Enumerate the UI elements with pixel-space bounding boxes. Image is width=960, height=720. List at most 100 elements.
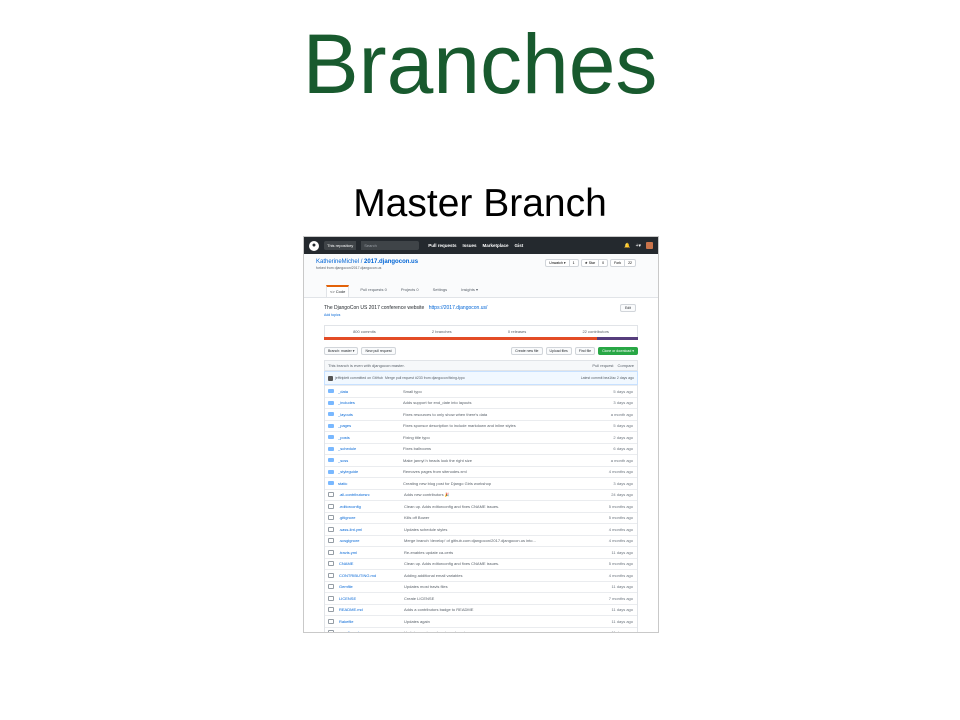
avatar[interactable] [646,242,653,249]
file-name-link[interactable]: .all-contributorsrc [339,492,404,497]
tab-projects[interactable]: Projects 0 [398,285,422,297]
file-name-link[interactable]: _config.yml [339,630,404,632]
file-row[interactable]: Gemfile Updates most travis files 11 days … [325,580,637,593]
file-name-link[interactable]: _data [338,389,403,394]
file-name-link[interactable]: static [338,481,403,486]
commit-message-link[interactable]: Re-enables update ca-certs [404,550,595,555]
file-row[interactable]: _includes Adds support for end_date into … [325,396,637,409]
fork-button[interactable]: Fork 22 [610,259,636,267]
commit-message-link[interactable]: Fixes sponsor description to include mar… [403,423,595,428]
commit-message-link[interactable]: Kills off Bower [404,515,595,520]
file-row[interactable]: .travis.yml Re-enables update ca-certs 11 … [325,546,637,558]
file-row[interactable]: _config.yml Updates again and again and a… [325,626,637,632]
file-row[interactable]: _scss Make jannyl h heads look the right … [325,454,637,466]
nav-issues[interactable]: Issues [463,243,477,248]
find-file-button[interactable]: Find file [574,347,596,355]
commit-message-link[interactable]: Creating new blog post for Django Girls … [403,481,595,486]
branches-link[interactable]: 2 branches [432,329,452,334]
bell-icon[interactable]: 🔔 [624,243,630,249]
commits-link[interactable]: 800 commits [353,329,376,334]
file-row[interactable]: README.md Adds a contributors badge to RE… [325,603,637,616]
commit-message-link[interactable]: Updates most travis files [404,584,595,589]
create-file-button[interactable]: Create new file [511,347,543,355]
star-label[interactable]: ★ Star [582,260,599,266]
nav-pull-requests[interactable]: Pull requests [428,243,456,248]
file-name-link[interactable]: Gemfile [339,584,404,589]
contributors-link[interactable]: 22 contributors [582,329,608,334]
add-topics-link[interactable]: Add topics [324,313,638,317]
search-input[interactable]: Search [361,241,420,250]
file-name-link[interactable]: CONTRIBUTING.md [339,573,404,578]
tab-pull-requests[interactable]: Pull requests 0 [357,285,389,297]
compare-link[interactable]: Compare [618,363,634,368]
fork-label[interactable]: Fork [611,260,624,266]
file-name-link[interactable]: README.md [339,607,404,612]
commit-message-link[interactable]: Updates schedule styles [404,527,595,532]
file-row[interactable]: _pages Fixes sponsor description to inclu… [325,419,637,432]
pull-request-link[interactable]: Pull request [592,363,613,368]
file-name-link[interactable]: .editorconfig [339,504,404,509]
commit-message-link[interactable]: Updates again and again and again [404,630,595,632]
commit-message-link[interactable]: Adding additional email variables [404,573,595,578]
commit-message-link[interactable]: Clean up. Adds editorconfig and fixes CN… [404,504,595,509]
commit-message-link[interactable]: Create LICENSE [404,596,595,601]
website-link[interactable]: https://2017.djangocon.us/ [429,305,488,311]
file-row[interactable]: _styleguide Removes pages from sitenodes.… [325,465,637,478]
commit-message-link[interactable]: Clean up. Adds editorconfig and fixes CN… [404,561,595,566]
edit-button[interactable]: Edit [619,304,636,312]
file-row[interactable]: _schedule Fixes ballrooms 6 days ago [325,442,637,455]
file-row[interactable]: _layouts Fixes resources to only show whe… [325,408,637,420]
committer-avatar[interactable] [328,375,333,381]
commit-message-link[interactable]: Adds support for end_date into layouts [403,400,595,405]
latest-commit-info[interactable]: Latest commit bea1fac 2 days ago [581,376,634,380]
file-name-link[interactable]: .gitignore [339,515,404,520]
file-name-link[interactable]: .scsgignore [339,538,404,543]
file-row[interactable]: .editorconfig Clean up. Adds editorconfig… [325,500,637,512]
file-name-link[interactable]: _scss [338,458,403,463]
fork-count[interactable]: 22 [624,260,635,266]
file-name-link[interactable]: _layouts [338,412,403,417]
commit-message-link[interactable]: Updates again [404,619,595,624]
file-row[interactable]: .all-contributorsrc Adds new contributors… [325,488,637,501]
file-name-link[interactable]: _styleguide [338,469,403,474]
file-row[interactable]: static Creating new blog post for Django … [325,477,637,489]
repo-owner-link[interactable]: KatherineMichel [316,259,359,265]
language-bar[interactable] [324,337,638,340]
file-row[interactable]: .gitignore Kills off Bower 5 months ago [325,511,637,524]
file-row[interactable]: _data Small typo 5 days ago [325,385,637,397]
upload-files-button[interactable]: Upload files [545,347,572,355]
commit-message-link[interactable]: Small typo [403,389,595,394]
file-row[interactable]: .sass-lint.yml Updates schedule styles 4 m… [325,523,637,535]
unwatch-button[interactable]: Unwatch ▾ 1 [545,259,579,267]
repo-name-link[interactable]: 2017.djangocon.us [364,259,418,265]
clone-download-button[interactable]: Clone or download ▾ [598,347,638,355]
search-scope[interactable]: This repository [324,241,357,250]
unwatch-label[interactable]: Unwatch ▾ [546,260,568,266]
commit-message-link[interactable]: Merge branch 'develop' of github.com:dja… [404,538,595,543]
commit-message-link[interactable]: Fixing title typo [403,435,595,440]
commit-message-link[interactable]: Removes pages from sitenodes.xml [403,469,595,474]
commit-message-link[interactable]: Make jannyl h heads look the right size [403,458,595,463]
star-button[interactable]: ★ Star 0 [580,259,609,267]
file-row[interactable]: Rakefile Updates again 11 days ago [325,615,637,627]
file-name-link[interactable]: _schedule [338,446,403,451]
star-count[interactable]: 0 [598,260,607,266]
watch-count[interactable]: 1 [568,260,578,266]
plus-icon[interactable]: +▾ [636,243,641,249]
file-row[interactable]: .scsgignore Merge branch 'develop' of git… [325,534,637,547]
commit-message-link[interactable]: Adds a contributors badge to README [404,607,595,612]
nav-marketplace[interactable]: Marketplace [483,243,509,248]
file-name-link[interactable]: _includes [338,400,403,405]
tab-insights[interactable]: Insights ▾ [458,285,481,297]
file-row[interactable]: LICENSE Create LICENSE 7 months ago [325,592,637,604]
new-pull-request-button[interactable]: New pull request [361,347,396,355]
github-logo-icon[interactable]: ● [309,240,319,251]
tab-settings[interactable]: Settings [430,285,450,297]
commit-message-link[interactable]: Fixes resources to only show when there'… [403,412,595,417]
nav-gist[interactable]: Gist [515,243,524,248]
file-name-link[interactable]: LICENSE [339,596,404,601]
file-name-link[interactable]: .travis.yml [339,550,404,555]
releases-link[interactable]: 0 releases [508,329,526,334]
file-row[interactable]: _posts Fixing title typo 2 days ago [325,431,637,443]
commit-message[interactable]: Merge pull request #233 from djangocon/f… [385,376,465,380]
